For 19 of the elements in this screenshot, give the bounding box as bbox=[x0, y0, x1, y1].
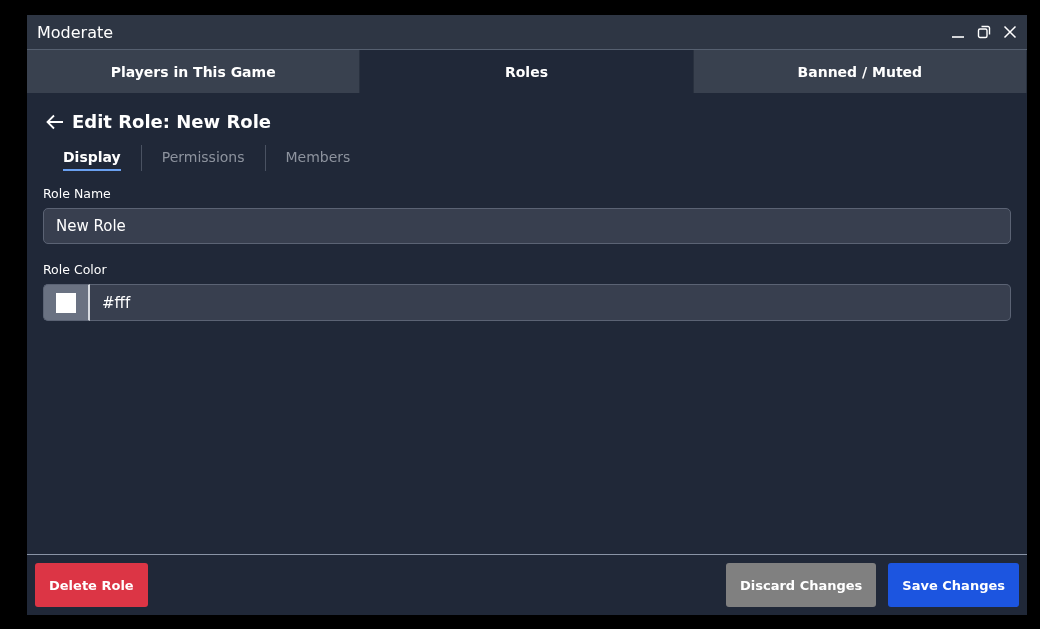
role-name-field[interactable]: New Role bbox=[43, 208, 1011, 244]
field-label: Role Name bbox=[43, 186, 111, 201]
role-color-field[interactable]: #fff bbox=[90, 284, 1011, 321]
subtab[interactable]: Members bbox=[285, 145, 351, 171]
delete-button[interactable]: Delete Role bbox=[35, 563, 148, 607]
discard-button[interactable]: Discard Changes bbox=[725, 563, 877, 607]
subtab[interactable]: Permissions bbox=[161, 145, 245, 171]
color-swatch[interactable] bbox=[56, 292, 76, 313]
field-label: Role Color bbox=[43, 262, 107, 277]
subtab[interactable]: Display bbox=[63, 145, 121, 171]
tab[interactable]: Players in This Game bbox=[27, 50, 361, 93]
close-icon[interactable] bbox=[1003, 25, 1017, 39]
color-picker-button[interactable] bbox=[43, 284, 90, 321]
page-heading: Edit Role: New Role bbox=[72, 111, 272, 132]
save-button[interactable]: Save Changes bbox=[888, 563, 1019, 607]
tab[interactable]: Banned / Muted bbox=[693, 50, 1027, 93]
restore-icon[interactable] bbox=[977, 25, 991, 39]
window-title: Moderate bbox=[37, 22, 114, 42]
back-arrow-icon[interactable] bbox=[46, 113, 64, 130]
